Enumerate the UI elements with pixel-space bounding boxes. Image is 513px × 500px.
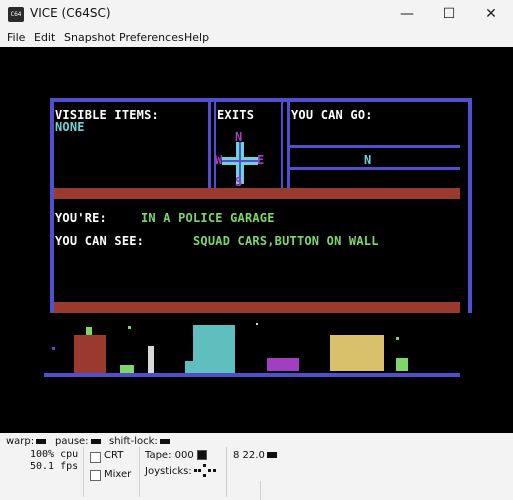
- drive-led: [266, 452, 277, 458]
- you-can-go-header: YOU CAN GO:: [291, 108, 373, 122]
- brick-separator-top: [54, 188, 460, 199]
- menu-file[interactable]: File: [7, 31, 25, 44]
- compass-h-center: [222, 160, 258, 162]
- emulator-screen[interactable]: VISIBLE ITEMS: NONE EXITS YOU CAN GO: N …: [0, 47, 513, 433]
- separator-3: [226, 447, 227, 497]
- warp-indicator: warp:: [6, 436, 47, 447]
- menu-edit[interactable]: Edit: [34, 31, 55, 44]
- maximize-button[interactable]: ☐: [428, 0, 470, 29]
- building-cyan: [193, 325, 235, 373]
- building-cyan-base: [185, 361, 195, 373]
- menu-help[interactable]: Help: [184, 31, 209, 44]
- menu-snapshot[interactable]: Snapshot: [64, 31, 115, 44]
- exit-line-2: [290, 167, 460, 170]
- window-title: VICE (C64SC): [30, 6, 111, 20]
- mixer-label: Mixer: [104, 469, 132, 480]
- warp-led: [36, 438, 47, 444]
- vehicle-purple: [267, 358, 299, 371]
- drive-status[interactable]: 8 22.0: [233, 450, 277, 461]
- exit-line-1: [290, 145, 460, 148]
- drive-track: 8 22.0: [233, 450, 265, 461]
- separator-2: [139, 447, 140, 497]
- compass-west: W: [215, 153, 223, 167]
- cpu-usage: 100% cpu: [30, 449, 79, 460]
- minimize-button[interactable]: —: [386, 0, 428, 29]
- shift-lock-indicator: shift-lock:: [109, 436, 170, 447]
- warp-label: warp:: [6, 436, 35, 447]
- building-red: [74, 335, 106, 373]
- crt-label: CRT: [104, 450, 124, 461]
- compass-north: N: [235, 130, 243, 144]
- shift-lock-label: shift-lock:: [109, 436, 158, 447]
- star-2: [52, 347, 55, 350]
- close-button[interactable]: ✕: [470, 0, 512, 29]
- youre-value: IN A POLICE GARAGE: [141, 211, 275, 225]
- you-can-see-value: SQUAD CARS,BUTTON ON WALL: [193, 234, 379, 248]
- joystick-icon[interactable]: [194, 464, 220, 480]
- tape-indicator[interactable]: Tape: 000: [145, 450, 207, 461]
- plant-1: [86, 327, 92, 335]
- brick-separator-bottom: [54, 302, 460, 313]
- post-white: [148, 346, 154, 373]
- menu-bar: File Edit Snapshot Preferences Help: [0, 29, 513, 47]
- mixer-checkbox[interactable]: [90, 470, 101, 481]
- separator-4: [260, 481, 261, 500]
- visible-items-value: NONE: [55, 120, 85, 134]
- frame-left: [50, 98, 54, 313]
- tape-label: Tape:: [145, 450, 172, 461]
- crt-checkbox[interactable]: [90, 452, 101, 463]
- frame-right: [468, 98, 472, 313]
- shift-lock-led: [159, 438, 170, 444]
- building-yellow: [330, 335, 384, 371]
- pause-led: [90, 438, 101, 444]
- joysticks-indicator[interactable]: Joysticks:: [145, 466, 192, 477]
- exits-header: EXITS: [217, 108, 255, 122]
- tape-motor-icon: [196, 450, 207, 460]
- star-1: [128, 326, 131, 329]
- star-4: [256, 323, 258, 325]
- compass-east: E: [257, 153, 265, 167]
- title-bar: C64 VICE (C64SC) — ☐ ✕: [0, 0, 513, 29]
- divider-right-2: [287, 102, 290, 189]
- ground-line: [44, 373, 460, 377]
- plant-2: [396, 358, 408, 371]
- joysticks-label: Joysticks:: [145, 466, 192, 477]
- status-bar: warp: pause: shift-lock: 100% cpu 50.1 f…: [0, 433, 513, 500]
- compass-south: S: [235, 175, 243, 189]
- tape-counter: 000: [174, 450, 194, 461]
- pause-label: pause:: [55, 436, 89, 447]
- divider-left-2: [214, 102, 216, 189]
- divider-right: [281, 102, 283, 189]
- youre-label: YOU'RE:: [55, 211, 107, 225]
- pause-indicator[interactable]: pause:: [55, 436, 101, 447]
- vice-app-icon[interactable]: C64: [8, 7, 24, 22]
- you-can-go-value: N: [364, 153, 372, 167]
- plant-3: [120, 365, 134, 373]
- menu-preferences[interactable]: Preferences: [119, 31, 184, 44]
- frame-top: [50, 98, 472, 102]
- you-can-see-label: YOU CAN SEE:: [55, 234, 145, 248]
- separator-1: [83, 447, 84, 497]
- star-3: [396, 337, 399, 340]
- fps-readout: 50.1 fps: [30, 461, 79, 472]
- divider-left: [208, 102, 211, 189]
